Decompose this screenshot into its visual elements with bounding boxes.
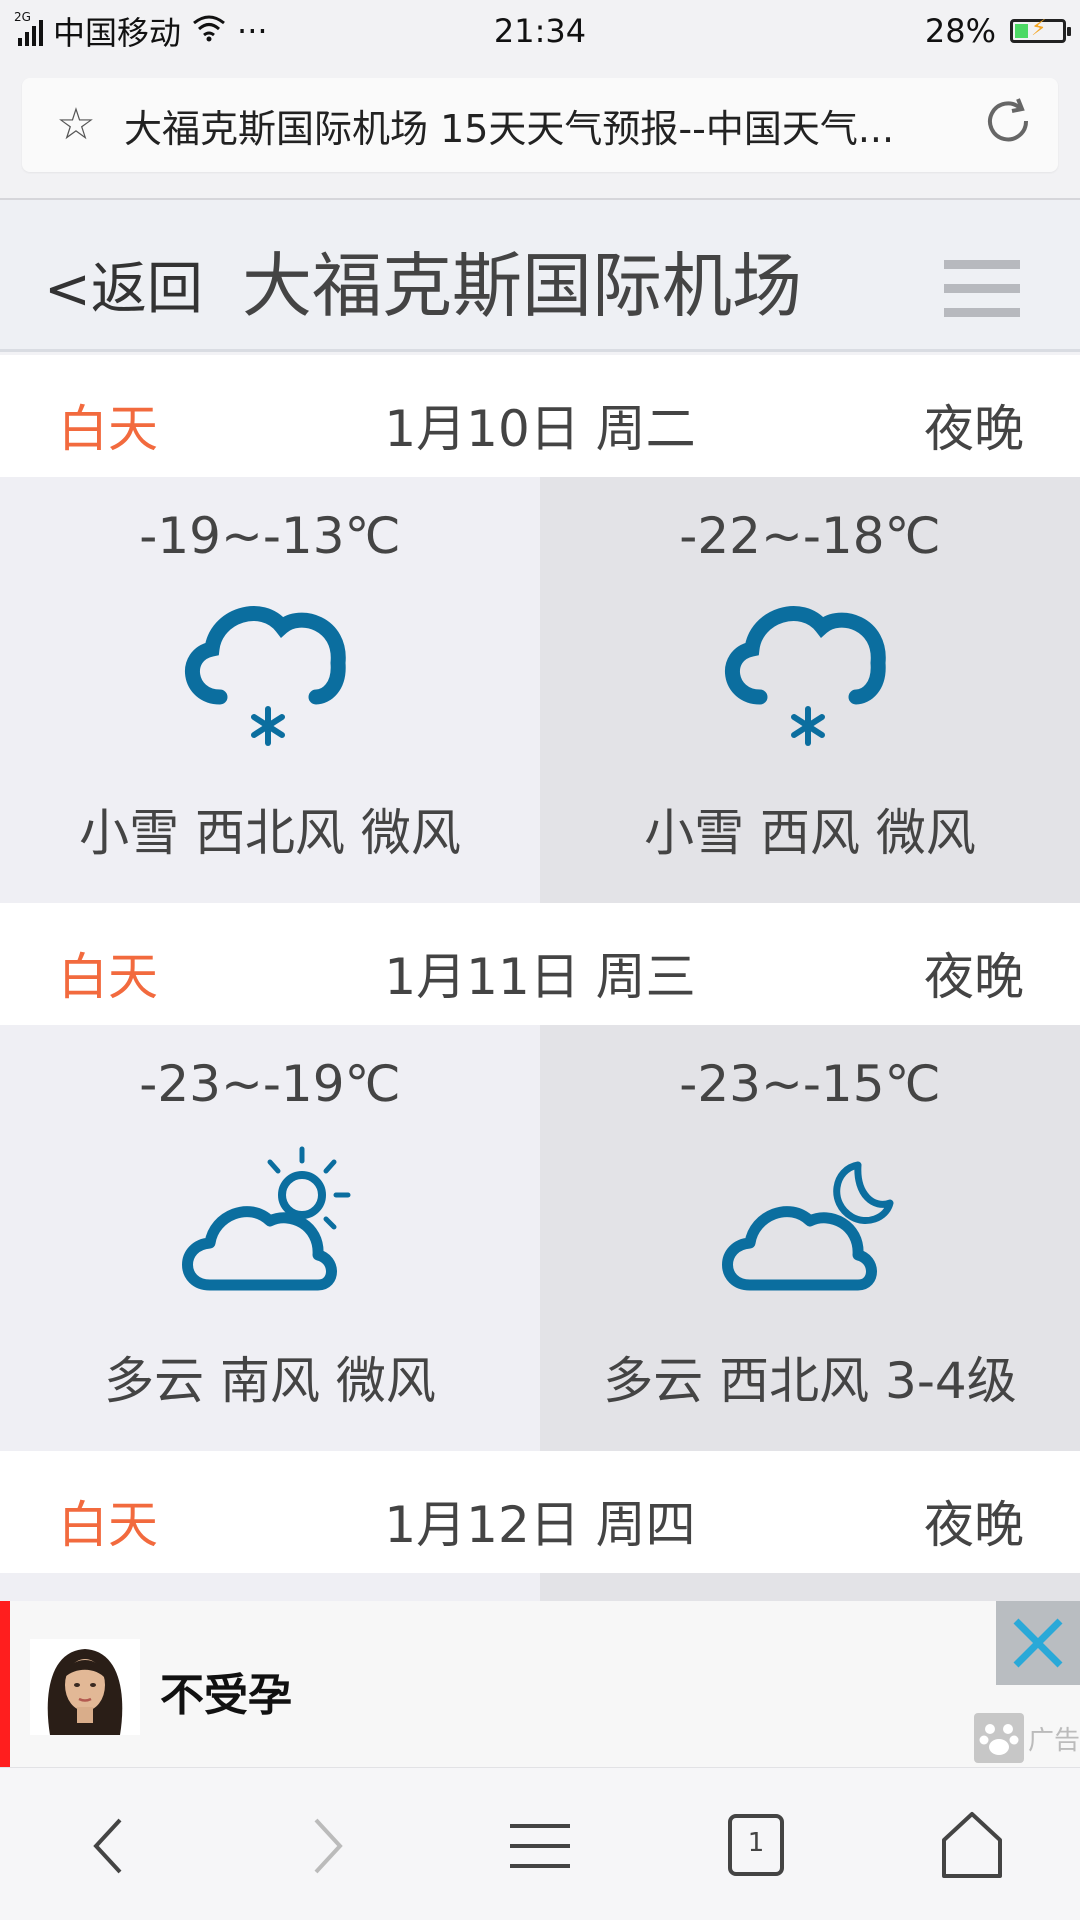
status-bar: 2G 中国移动 ··· 21:34 28% ⚡	[0, 0, 1080, 62]
ad-headline[interactable]: 不受孕	[160, 1659, 292, 1723]
daytime-panel	[0, 1573, 540, 1601]
page-title: 大福克斯国际机场	[242, 245, 802, 327]
home-icon[interactable]	[932, 1806, 1012, 1886]
ad-text-label: 广告	[1027, 1725, 1080, 1756]
ad-image[interactable]	[30, 1639, 140, 1735]
close-icon[interactable]	[996, 1601, 1080, 1685]
forecast-date: 1月10日 周二	[384, 400, 696, 458]
nighttime-panel: -22~-18℃ 小雪 西风 微风	[540, 477, 1080, 903]
refresh-icon[interactable]	[978, 95, 1038, 155]
light-snow-icon	[185, 606, 346, 746]
browser-toolbar: 1	[0, 1767, 1080, 1920]
temperature-range: -22~-18℃	[679, 507, 941, 565]
partly-cloudy-day-icon	[182, 1146, 351, 1291]
daytime-panel: -19~-13℃ 小雪 西北风 微风	[0, 477, 540, 903]
night-label: 夜晚	[924, 400, 1024, 458]
tab-count: 1	[747, 1828, 765, 1858]
battery-icon: ⚡	[1010, 16, 1071, 43]
back-arrow-icon[interactable]	[70, 1806, 150, 1886]
forward-arrow-icon[interactable]	[286, 1806, 366, 1886]
page-header: <返回 大福克斯国际机场	[0, 200, 1080, 352]
weather-description: 小雪 西北风 微风	[79, 804, 461, 862]
ad-accent-bar	[0, 1601, 10, 1767]
forecast-date: 1月11日 周三	[384, 948, 696, 1006]
battery-percent: 28%	[924, 12, 996, 50]
weather-description: 小雪 西风 微风	[644, 804, 976, 862]
night-label: 夜晚	[924, 948, 1024, 1006]
menu-lines-icon[interactable]	[500, 1806, 580, 1886]
nighttime-panel	[540, 1573, 1080, 1601]
weather-description: 多云 南风 微风	[104, 1352, 436, 1410]
address-bar[interactable]: ☆ 大福克斯国际机场 15天天气预报--中国天气...	[22, 78, 1058, 172]
light-snow-icon	[725, 606, 886, 746]
day-header-row: 白天 1月10日 周二 夜晚	[0, 355, 1080, 477]
weather-description: 多云 西北风 3-4级	[603, 1352, 1017, 1410]
status-right: 28% ⚡	[924, 8, 1071, 54]
battery-level	[1015, 24, 1028, 38]
day-header-row: 白天 1月11日 周三 夜晚	[0, 903, 1080, 1025]
menu-icon[interactable]	[944, 260, 1020, 320]
bookmark-star-icon[interactable]: ☆	[52, 101, 100, 149]
night-label: 夜晚	[924, 1496, 1024, 1554]
paw-icon	[973, 1713, 1024, 1763]
ad-label: 广告	[973, 1713, 1080, 1763]
charging-icon: ⚡	[1031, 16, 1047, 41]
tabs-button[interactable]: 1	[716, 1806, 796, 1886]
back-button[interactable]: <返回	[44, 244, 203, 325]
nighttime-panel: -23~-15℃ 多云 西北风 3-4级	[540, 1025, 1080, 1451]
browser-address-area: ☆ 大福克斯国际机场 15天天气预报--中国天气...	[0, 62, 1080, 200]
forecast-date: 1月12日 周四	[384, 1496, 696, 1554]
daytime-panel: -23~-19℃ 多云 南风 微风	[0, 1025, 540, 1451]
temperature-range: -23~-19℃	[139, 1055, 401, 1113]
clock: 21:34	[493, 12, 587, 50]
temperature-range: -23~-15℃	[679, 1055, 941, 1113]
day-header-row: 白天 1月12日 周四 夜晚	[0, 1451, 1080, 1573]
temperature-range: -19~-13℃	[139, 507, 401, 565]
partly-cloudy-night-icon	[722, 1161, 894, 1291]
ad-banner[interactable]: 不受孕 广告	[0, 1601, 1080, 1767]
page-title-in-address-bar[interactable]: 大福克斯国际机场 15天天气预报--中国天气...	[124, 98, 978, 153]
